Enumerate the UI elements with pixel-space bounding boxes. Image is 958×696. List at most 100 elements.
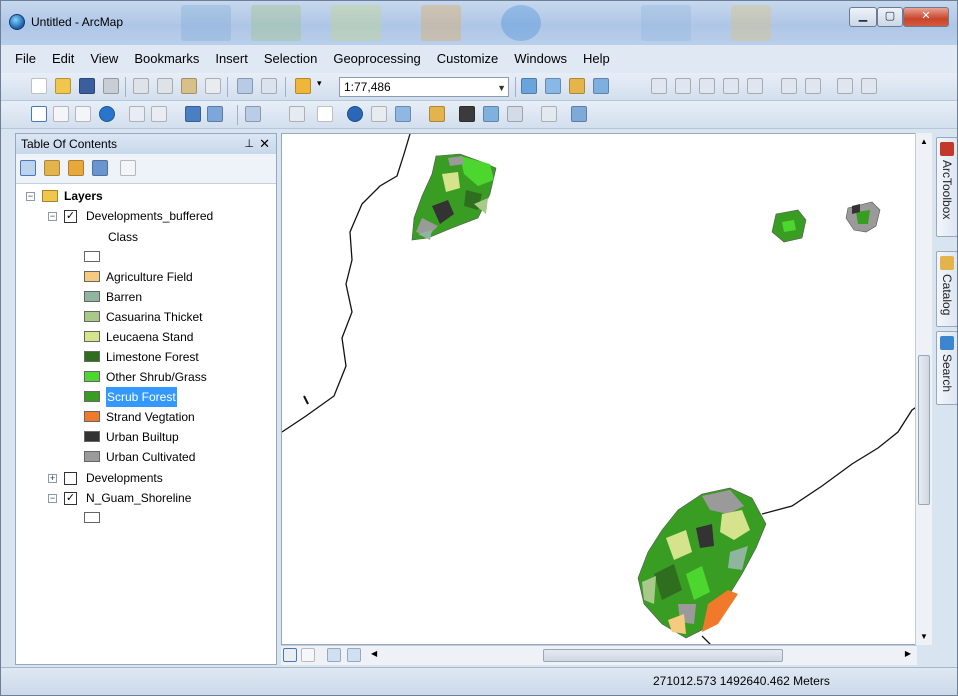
go-to-xy-icon[interactable] bbox=[507, 106, 523, 122]
menu-geoprocessing[interactable]: Geoprocessing bbox=[325, 45, 428, 73]
close-icon[interactable]: ✕ bbox=[259, 134, 270, 154]
menu-edit[interactable]: Edit bbox=[44, 45, 82, 73]
list-by-drawing-order-icon[interactable] bbox=[20, 160, 36, 176]
add-data-dropdown-icon[interactable]: ▾ bbox=[317, 78, 329, 94]
search-tab[interactable]: Search bbox=[936, 331, 957, 405]
layer-developments[interactable]: + Developments bbox=[48, 468, 268, 488]
minimize-button[interactable]: ▁ bbox=[849, 7, 877, 27]
print-icon[interactable] bbox=[103, 78, 119, 94]
find-binoculars-icon[interactable] bbox=[459, 106, 475, 122]
full-extent-globe-icon[interactable] bbox=[99, 106, 115, 122]
html-popup-icon[interactable] bbox=[395, 106, 411, 122]
list-by-visibility-icon[interactable] bbox=[68, 160, 84, 176]
time-slider-icon[interactable] bbox=[541, 106, 557, 122]
chevron-down-icon[interactable]: ▼ bbox=[497, 79, 506, 97]
layer-n-guam-shoreline[interactable]: − ✓ N_Guam_Shoreline bbox=[48, 488, 268, 508]
catalog-tab[interactable]: Catalog bbox=[936, 251, 957, 327]
arcmap-app-icon[interactable] bbox=[9, 14, 25, 30]
expand-icon[interactable]: + bbox=[48, 474, 57, 483]
menu-windows[interactable]: Windows bbox=[506, 45, 575, 73]
new-document-icon[interactable] bbox=[31, 78, 47, 94]
zoom-out-icon[interactable] bbox=[53, 106, 69, 122]
pause-drawing-icon[interactable] bbox=[347, 648, 361, 662]
menu-customize[interactable]: Customize bbox=[429, 45, 506, 73]
land-cover-polygon-group[interactable] bbox=[637, 487, 767, 639]
refresh-icon[interactable] bbox=[327, 648, 341, 662]
scroll-down-icon[interactable]: ▼ bbox=[920, 632, 928, 641]
menu-file[interactable]: File bbox=[7, 45, 44, 73]
pan-hand-icon[interactable] bbox=[75, 106, 91, 122]
horizontal-scroll-thumb[interactable] bbox=[543, 649, 783, 662]
legend-item[interactable] bbox=[84, 508, 124, 528]
close-button[interactable]: ✕ bbox=[903, 7, 949, 27]
clear-selection-icon[interactable] bbox=[289, 106, 305, 122]
legend-item[interactable]: Agriculture Field bbox=[84, 267, 264, 287]
add-data-icon[interactable] bbox=[295, 78, 311, 94]
zoom-in-icon[interactable] bbox=[31, 106, 47, 122]
select-features-icon[interactable] bbox=[245, 106, 261, 122]
search-window-icon[interactable] bbox=[593, 78, 609, 94]
editor-toolbar-icon[interactable] bbox=[521, 78, 537, 94]
catalog-window-icon[interactable] bbox=[569, 78, 585, 94]
menu-view[interactable]: View bbox=[82, 45, 126, 73]
fixed-zoom-in-icon[interactable] bbox=[129, 106, 145, 122]
forward-arrow-icon[interactable] bbox=[207, 106, 223, 122]
land-cover-polygon-group[interactable] bbox=[411, 153, 497, 241]
layer-developments-buffered[interactable]: − ✓ Developments_buffered bbox=[48, 206, 268, 226]
map-display[interactable] bbox=[281, 133, 917, 645]
collapse-icon[interactable]: − bbox=[48, 212, 57, 221]
copy-icon[interactable] bbox=[157, 78, 173, 94]
fixed-zoom-out-icon[interactable] bbox=[151, 106, 167, 122]
table-of-contents-icon[interactable] bbox=[545, 78, 561, 94]
maximize-button[interactable]: ▢ bbox=[877, 7, 903, 27]
list-by-source-icon[interactable] bbox=[44, 160, 60, 176]
layers-root[interactable]: − Layers bbox=[26, 186, 266, 206]
identify-icon[interactable] bbox=[347, 106, 363, 122]
scroll-right-icon[interactable]: ▶ bbox=[905, 649, 911, 658]
legend-item[interactable]: Barren bbox=[84, 287, 264, 307]
menu-bookmarks[interactable]: Bookmarks bbox=[126, 45, 207, 73]
hyperlink-icon[interactable] bbox=[371, 106, 387, 122]
find-route-icon[interactable] bbox=[483, 106, 499, 122]
layout-view-icon[interactable] bbox=[301, 648, 315, 662]
vertical-scroll-thumb[interactable] bbox=[918, 355, 930, 505]
select-elements-arrow-icon[interactable] bbox=[317, 106, 333, 122]
data-view-icon[interactable] bbox=[283, 648, 297, 662]
land-cover-polygon-group[interactable] bbox=[771, 201, 881, 243]
arctoolbox-tab[interactable]: ArcToolbox bbox=[936, 137, 957, 237]
menu-selection[interactable]: Selection bbox=[256, 45, 325, 73]
legend-item-selected[interactable]: Scrub Forest bbox=[84, 387, 264, 407]
scroll-up-icon[interactable]: ▲ bbox=[920, 137, 928, 146]
legend-item[interactable]: Urban Builtup bbox=[84, 427, 264, 447]
options-icon[interactable] bbox=[120, 160, 136, 176]
open-folder-icon[interactable] bbox=[55, 78, 71, 94]
layer-visibility-checkbox[interactable]: ✓ bbox=[64, 210, 77, 223]
legend-item[interactable] bbox=[84, 247, 264, 267]
list-by-selection-icon[interactable] bbox=[92, 160, 108, 176]
menu-insert[interactable]: Insert bbox=[207, 45, 256, 73]
collapse-icon[interactable]: − bbox=[48, 494, 57, 503]
layer-visibility-checkbox[interactable]: ✓ bbox=[64, 492, 77, 505]
delete-icon[interactable] bbox=[205, 78, 221, 94]
undo-icon[interactable] bbox=[237, 78, 253, 94]
back-arrow-icon[interactable] bbox=[185, 106, 201, 122]
scroll-left-icon[interactable]: ◀ bbox=[371, 649, 377, 658]
legend-item[interactable]: Limestone Forest bbox=[84, 347, 264, 367]
pin-icon[interactable]: ⊥ bbox=[244, 134, 254, 154]
legend-item[interactable]: Other Shrub/Grass bbox=[84, 367, 264, 387]
create-viewer-window-icon[interactable] bbox=[571, 106, 587, 122]
paste-icon[interactable] bbox=[181, 78, 197, 94]
map-scale-combobox[interactable]: 1:77,486 ▼ bbox=[339, 77, 509, 97]
layer-visibility-checkbox[interactable] bbox=[64, 472, 77, 485]
cut-icon[interactable] bbox=[133, 78, 149, 94]
legend-item[interactable]: Strand Vegtation bbox=[84, 407, 264, 427]
legend-item[interactable]: Casuarina Thicket bbox=[84, 307, 264, 327]
redo-icon[interactable] bbox=[261, 78, 277, 94]
legend-item[interactable]: Leucaena Stand bbox=[84, 327, 264, 347]
menu-help[interactable]: Help bbox=[575, 45, 618, 73]
collapse-icon[interactable]: − bbox=[26, 192, 35, 201]
legend-item[interactable]: Urban Cultivated bbox=[84, 447, 264, 467]
map-canvas[interactable] bbox=[282, 134, 917, 645]
map-vertical-scrollbar[interactable]: ▲ ▼ bbox=[915, 133, 932, 645]
save-icon[interactable] bbox=[79, 78, 95, 94]
